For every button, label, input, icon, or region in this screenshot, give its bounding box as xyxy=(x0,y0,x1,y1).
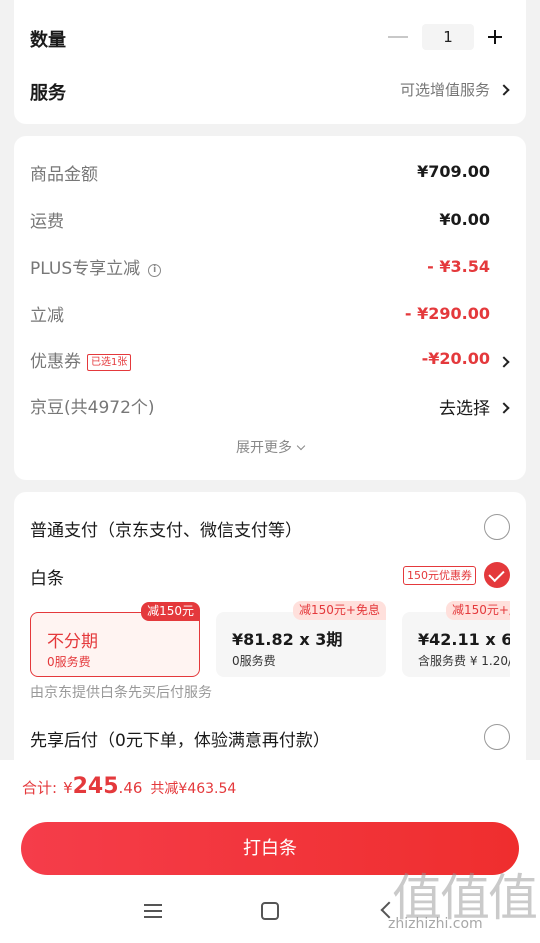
plus-discount-label: PLUS专享立减 i xyxy=(30,254,162,279)
chevron-right-icon xyxy=(498,84,510,96)
coupon-value[interactable]: -¥20.00 xyxy=(422,349,490,368)
coupon-chevron[interactable] xyxy=(490,352,510,371)
coupon-selected-tag: 已选1张 xyxy=(87,354,132,371)
total-currency: ¥ xyxy=(63,779,73,797)
service-selector[interactable]: 可选增值服务 xyxy=(399,79,510,100)
plan-option-6[interactable]: 减150元+服务费折扣 ¥42.11 x 6期 含服务费 ¥ 1.20/期 xyxy=(402,601,510,677)
goods-amount-value: ¥709.00 xyxy=(417,162,490,181)
home-icon[interactable] xyxy=(261,902,279,920)
coupon-label: 优惠券 已选1张 xyxy=(30,347,132,373)
quantity-value[interactable]: 1 xyxy=(422,24,474,50)
baitiao-promo-tag: 150元优惠券 xyxy=(403,566,476,585)
quantity-service-card: 数量 1 服务 可选增值服务 xyxy=(14,0,526,124)
plan-badge: 减150元 xyxy=(141,602,200,621)
coupon-text: 优惠券 xyxy=(30,352,81,372)
plan-badge: 减150元+服务费折扣 xyxy=(446,601,510,620)
quantity-stepper: 1 xyxy=(388,24,508,50)
total-saved: 共减¥463.54 xyxy=(150,781,237,797)
info-icon[interactable]: i xyxy=(148,264,162,277)
plan-title: ¥42.11 x 6期 xyxy=(418,630,510,649)
system-nav-bar xyxy=(0,890,540,938)
plan-badge: 减150元+免息 xyxy=(293,601,386,620)
expand-more-label: 展开更多 xyxy=(236,440,292,456)
chevron-right-icon xyxy=(498,356,510,368)
expand-more-button[interactable]: 展开更多 xyxy=(14,437,526,457)
jingdou-label: 京豆(共4972个) xyxy=(30,398,155,418)
chevron-down-icon xyxy=(296,441,306,451)
plus-icon[interactable] xyxy=(480,24,508,50)
jingdou-select[interactable]: 去选择 xyxy=(439,394,490,419)
baitiao-pay-button[interactable]: 打白条 xyxy=(21,822,519,875)
order-total: 合计: ¥245.46 共减¥463.54 xyxy=(22,774,236,799)
total-amount-integer: 245 xyxy=(72,774,119,799)
installment-plans: 减150元 不分期 0服务费 减150元+免息 ¥81.82 x 3期 0服务费… xyxy=(30,600,510,688)
baitiao-label: 白条 xyxy=(30,569,64,589)
service-value: 可选增值服务 xyxy=(399,81,490,99)
shipping-label: 运费 xyxy=(30,212,64,232)
jingdou-chevron[interactable] xyxy=(490,398,510,417)
checkout-bar: 合计: ¥245.46 共减¥463.54 打白条 xyxy=(0,760,540,943)
pay-later-radio[interactable] xyxy=(484,724,510,750)
baitiao-radio[interactable] xyxy=(484,562,510,588)
plan-subtitle: 含服务费 ¥ 1.20/期 xyxy=(418,654,510,668)
pay-later-label: 先享后付（0元下单，体验满意再付款） xyxy=(30,731,330,751)
payment-method-card: 普通支付（京东支付、微信支付等） 白条 150元优惠券 减150元 不分期 0服… xyxy=(14,492,526,772)
plan-option-3[interactable]: 减150元+免息 ¥81.82 x 3期 0服务费 xyxy=(216,601,386,677)
minus-icon[interactable] xyxy=(388,36,408,38)
plus-discount-value: - ¥3.54 xyxy=(427,257,490,276)
normal-pay-radio[interactable] xyxy=(484,514,510,540)
plan-title: 不分期 xyxy=(47,632,98,652)
price-detail-card: 商品金额 ¥709.00 运费 ¥0.00 PLUS专享立减 i - ¥3.54 … xyxy=(14,136,526,480)
plan-subtitle: 0服务费 xyxy=(47,655,91,669)
instant-discount-value: - ¥290.00 xyxy=(404,304,490,323)
total-amount-decimal: .46 xyxy=(118,779,143,797)
instant-discount-label: 立减 xyxy=(30,306,64,326)
plus-discount-text: PLUS专享立减 xyxy=(30,259,141,279)
chevron-right-icon xyxy=(498,402,510,414)
quantity-label: 数量 xyxy=(30,30,66,51)
plan-option-no-installment[interactable]: 减150元 不分期 0服务费 xyxy=(30,602,200,677)
total-label: 合计: xyxy=(22,779,58,797)
plan-title: ¥81.82 x 3期 xyxy=(232,630,343,649)
shipping-value: ¥0.00 xyxy=(439,210,490,229)
back-icon[interactable] xyxy=(380,901,398,919)
service-label: 服务 xyxy=(30,83,66,104)
goods-amount-label: 商品金额 xyxy=(30,165,98,185)
normal-pay-label: 普通支付（京东支付、微信支付等） xyxy=(30,521,302,541)
menu-icon[interactable] xyxy=(144,904,162,918)
baitiao-provider-note: 由京东提供白条先买后付服务 xyxy=(30,685,212,701)
plan-subtitle: 0服务费 xyxy=(232,654,276,668)
